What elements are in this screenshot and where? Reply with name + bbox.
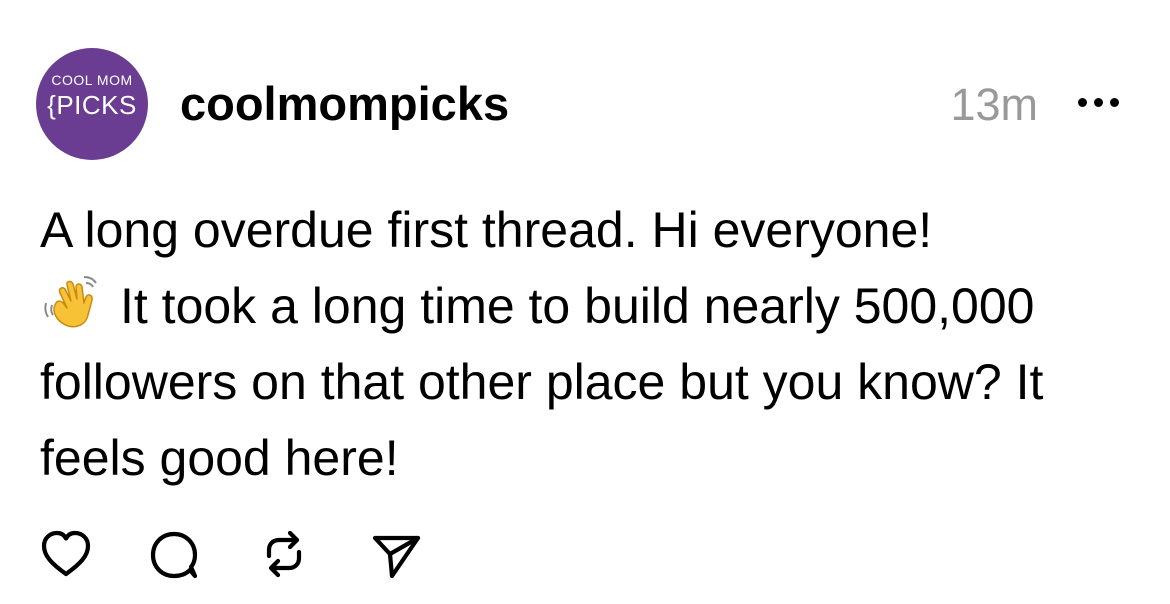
- waving-hand-emoji: [40, 273, 106, 333]
- avatar-text-bottom: {PICKS: [47, 90, 137, 120]
- post-text-intro: A long overdue first thread. Hi everyone…: [40, 202, 933, 258]
- action-bar: [36, 524, 456, 588]
- timestamp: 13m: [950, 79, 1038, 130]
- username[interactable]: coolmompicks: [180, 76, 509, 132]
- post-text-main: It took a long time to build nearly 500,…: [40, 278, 1044, 486]
- comment-icon[interactable]: [144, 524, 204, 584]
- repost-icon[interactable]: [254, 524, 314, 584]
- post-body: A long overdue first thread. Hi everyone…: [40, 192, 1140, 496]
- more-horizontal-icon[interactable]: [1076, 96, 1124, 110]
- avatar-text-top: COOL MOM: [51, 72, 133, 88]
- heart-icon[interactable]: [36, 524, 96, 584]
- thread-post: COOL MOM {PICKS coolmompicks 13m A long …: [0, 0, 1170, 604]
- avatar[interactable]: COOL MOM {PICKS: [36, 48, 148, 160]
- send-icon[interactable]: [366, 524, 426, 584]
